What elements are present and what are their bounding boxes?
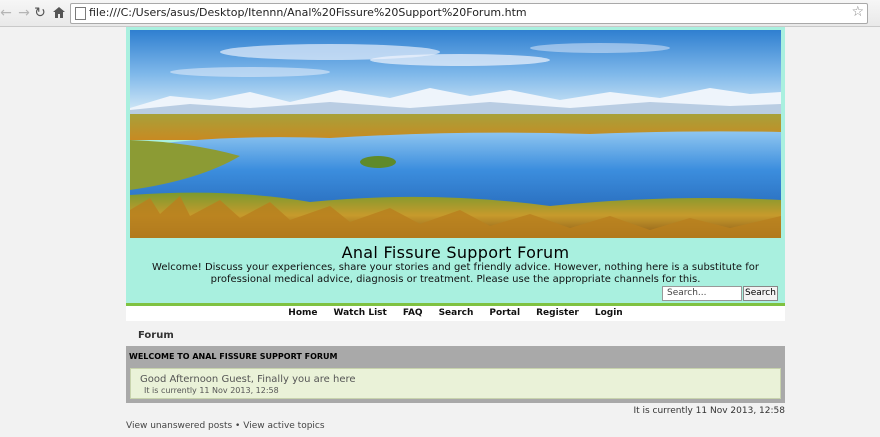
nav-search[interactable]: Search [439, 306, 474, 321]
current-time: It is currently 11 Nov 2013, 12:58 [633, 406, 785, 416]
greeting-text: Good Afternoon Guest, Finally you are he… [140, 374, 356, 385]
nav-login[interactable]: Login [595, 306, 623, 321]
address-bar[interactable]: file:///C:/Users/asus/Desktop/Itennn/Ana… [70, 3, 868, 24]
breadcrumb[interactable]: Forum [138, 330, 174, 341]
forum-wrapper: Anal Fissure Support Forum Welcome! Disc… [126, 27, 785, 437]
search-input[interactable]: Search... [662, 286, 742, 301]
link-separator: • [235, 421, 241, 431]
nav-faq[interactable]: FAQ [403, 306, 423, 321]
browser-toolbar: ← → ↻ file:///C:/Users/asus/Desktop/Iten… [0, 0, 880, 27]
welcome-heading: WELCOME TO ANAL FISSURE SUPPORT FORUM [129, 352, 338, 361]
forum-header: Anal Fissure Support Forum Welcome! Disc… [126, 27, 785, 306]
welcome-message: Good Afternoon Guest, Finally you are he… [130, 368, 781, 399]
site-description: Welcome! Discuss your experiences, share… [152, 262, 759, 285]
star-icon[interactable]: ☆ [851, 4, 864, 20]
banner-image [130, 30, 781, 238]
nav-home[interactable]: Home [288, 306, 317, 321]
page-icon [75, 7, 86, 20]
reload-icon[interactable]: ↻ [30, 3, 50, 23]
greeting-time: It is currently 11 Nov 2013, 12:58 [144, 386, 279, 395]
nav-register[interactable]: Register [536, 306, 579, 321]
page-content: Anal Fissure Support Forum Welcome! Disc… [0, 27, 880, 437]
footer-links: View unanswered posts • View active topi… [126, 421, 325, 431]
welcome-panel: WELCOME TO ANAL FISSURE SUPPORT FORUM Go… [126, 346, 785, 403]
unanswered-posts-link[interactable]: View unanswered posts [126, 421, 232, 431]
nav-portal[interactable]: Portal [489, 306, 520, 321]
url-text: file:///C:/Users/asus/Desktop/Itennn/Ana… [89, 6, 527, 19]
search-button[interactable]: Search [743, 286, 778, 301]
nav-watch-list[interactable]: Watch List [333, 306, 386, 321]
main-nav: Home Watch List FAQ Search Portal Regist… [126, 306, 785, 321]
active-topics-link[interactable]: View active topics [243, 421, 324, 431]
home-icon[interactable] [49, 3, 69, 23]
site-title: Anal Fissure Support Forum [341, 243, 570, 262]
